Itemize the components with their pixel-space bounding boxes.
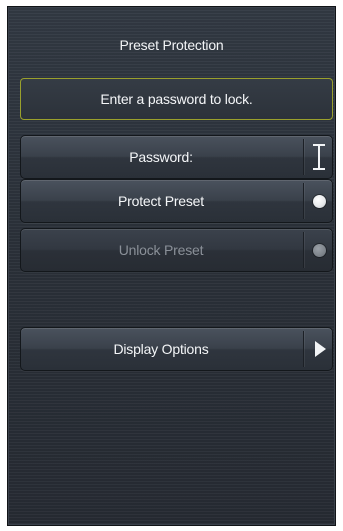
display-options-label: Display Options	[113, 341, 209, 357]
radio-dot-icon	[305, 229, 333, 271]
radio-dot-icon	[305, 180, 333, 222]
display-options-button[interactable]: Display Options	[20, 327, 333, 371]
preset-protection-panel: Preset Protection Enter a password to lo…	[7, 6, 336, 526]
text-cursor-icon	[305, 136, 333, 178]
protect-preset-button[interactable]: Protect Preset	[20, 179, 333, 223]
button-divider	[303, 232, 304, 268]
password-button[interactable]: Password:	[20, 135, 333, 179]
unlock-preset-label: Unlock Preset	[118, 242, 204, 258]
chevron-right-icon	[305, 328, 333, 370]
button-divider	[303, 183, 304, 219]
unlock-preset-button[interactable]: Unlock Preset	[20, 228, 333, 272]
button-divider	[303, 139, 304, 175]
lock-notice: Enter a password to lock.	[20, 78, 333, 120]
panel-title: Preset Protection	[119, 37, 224, 53]
button-divider	[303, 331, 304, 367]
password-label: Password:	[129, 149, 193, 165]
protect-preset-label: Protect Preset	[118, 193, 204, 209]
